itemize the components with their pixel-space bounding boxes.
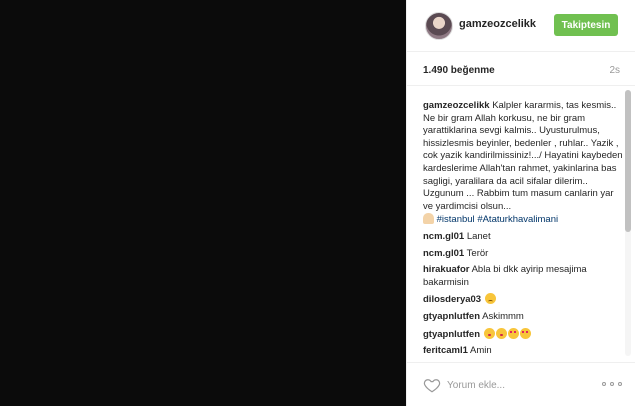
add-comment-input[interactable] — [447, 375, 587, 395]
post-header: gamzeozcelikk Takiptesin — [407, 0, 635, 52]
post-meta-row: 1.490 beğenme 2s — [407, 52, 635, 86]
comment-item: feritcaml1 Amin — [423, 345, 623, 358]
caption-username[interactable]: gamzeozcelikk — [423, 100, 490, 111]
comment-username[interactable]: feritcaml1 — [423, 345, 468, 356]
kissing-face-icon — [495, 327, 507, 339]
comment-username[interactable]: dilosderya03 — [423, 294, 481, 305]
comments-list[interactable]: gamzeozcelikk Kalpler kararmis, tas kesm… — [407, 86, 635, 362]
comment-item: ncm.gl01 Terör — [423, 248, 623, 261]
comment-item: hirakuafor Abla bi dkk ayirip mesajima b… — [423, 264, 623, 289]
comment-text: Askimmm — [482, 310, 524, 322]
heart-eyes-icon — [519, 327, 531, 339]
comment-item: dilosderya03 — [423, 293, 623, 307]
comment-username[interactable]: ncm.gl01 — [423, 248, 464, 259]
following-button[interactable]: Takiptesin — [554, 14, 618, 36]
comment-username[interactable]: gtyapnlutfen — [423, 329, 480, 340]
kissing-face-icon — [483, 327, 495, 339]
caption-text: Kalpler kararmis, tas kesmis.. Ne bir gr… — [423, 100, 623, 212]
dot — [602, 382, 606, 386]
dot — [610, 382, 614, 386]
praying-hands-icon — [423, 213, 434, 225]
hashtag-link[interactable]: #istanbul — [437, 214, 475, 225]
post-media-image[interactable] — [0, 0, 406, 406]
comment-item: gtyapnlutfen Askimmm — [423, 311, 623, 324]
scrollbar-thumb[interactable] — [625, 90, 631, 232]
comment-text: Amin — [470, 345, 492, 357]
post-timestamp[interactable]: 2s — [609, 65, 620, 76]
heart-eyes-icon — [507, 327, 519, 339]
comment-item: ncm.gl01 Lanet — [423, 231, 623, 244]
comment-username[interactable]: hirakuafor — [423, 264, 469, 275]
comment-username[interactable]: gtyapnlutfen — [423, 311, 480, 322]
sad-face-icon — [484, 293, 496, 305]
heart-outline-icon[interactable] — [423, 376, 441, 394]
post-footer — [407, 362, 635, 406]
dot — [618, 382, 622, 386]
post-details-panel: gamzeozcelikk Takiptesin 1.490 beğenme 2… — [406, 0, 635, 406]
comment-item: gtyapnlutfen — [423, 327, 623, 342]
more-options-icon[interactable] — [602, 377, 622, 391]
avatar[interactable] — [425, 12, 453, 40]
like-count[interactable]: 1.490 beğenme — [423, 65, 495, 76]
hashtag-link[interactable]: #Ataturkhavalimani — [477, 214, 558, 225]
author-username[interactable]: gamzeozcelikk — [459, 18, 536, 30]
comment-text: Lanet — [466, 230, 491, 242]
comments-scrollbar[interactable] — [625, 90, 631, 356]
post-caption: gamzeozcelikk Kalpler kararmis, tas kesm… — [423, 100, 623, 227]
comment-username[interactable]: ncm.gl01 — [423, 231, 464, 242]
comment-text: Terör — [466, 247, 489, 259]
